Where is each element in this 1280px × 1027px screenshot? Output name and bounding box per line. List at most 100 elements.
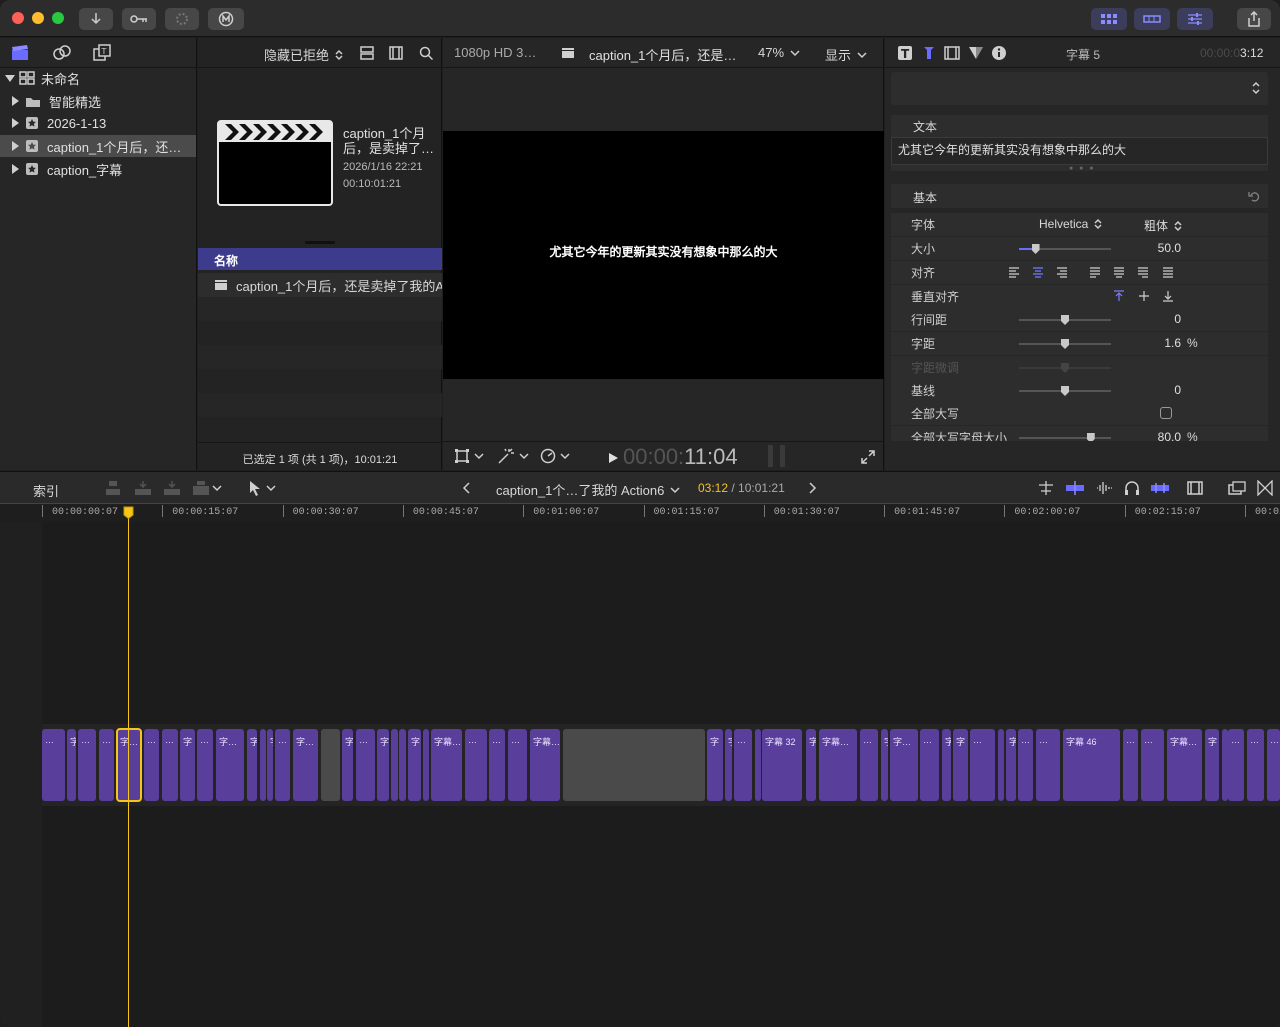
title-clip[interactable] xyxy=(391,729,398,801)
share-to-motion-button[interactable] xyxy=(208,8,244,30)
justify-center-icon[interactable] xyxy=(1113,267,1125,278)
valign-middle-icon[interactable] xyxy=(1138,290,1150,302)
title-clip[interactable]: … xyxy=(42,729,65,801)
title-clip[interactable]: 字 xyxy=(408,729,421,801)
justify-left-icon[interactable] xyxy=(1089,267,1101,278)
line-spacing-slider[interactable] xyxy=(1019,315,1111,325)
title-clip[interactable] xyxy=(998,729,1004,801)
toggle-inspector-button[interactable] xyxy=(1177,8,1213,30)
line-spacing-value[interactable]: 0 xyxy=(1121,312,1181,326)
timeline-gap-clip[interactable] xyxy=(563,729,705,801)
connect-clip-icon[interactable] xyxy=(104,480,122,496)
enhance-popup[interactable] xyxy=(497,448,529,464)
minimize-window-button[interactable] xyxy=(32,12,44,24)
photos-audio-icon[interactable] xyxy=(52,44,72,62)
solo-icon[interactable] xyxy=(1150,480,1170,496)
title-clip[interactable]: 字… xyxy=(293,729,318,801)
font-family-popup[interactable]: Helvetica xyxy=(1039,217,1103,231)
title-clip[interactable]: … xyxy=(144,729,159,801)
transitions-browser-icon[interactable] xyxy=(1257,480,1273,496)
share-button[interactable] xyxy=(1237,8,1271,30)
title-clip[interactable]: 字幕… xyxy=(431,729,462,801)
title-clip[interactable]: … xyxy=(1267,729,1280,801)
title-clip[interactable]: 字幕 46 xyxy=(1063,729,1120,801)
baseline-knob[interactable] xyxy=(1061,386,1069,396)
font-weight-popup[interactable]: 粗体 xyxy=(1144,217,1183,234)
title-clip[interactable]: … xyxy=(1123,729,1138,801)
splitter-handle[interactable] xyxy=(305,241,335,244)
project-popup[interactable]: caption_1个…了我的 Action6 xyxy=(496,480,680,499)
headphones-icon[interactable] xyxy=(1124,480,1140,496)
justify-right-icon[interactable] xyxy=(1137,267,1149,278)
sidebar-item-event-caption-selected[interactable]: caption_1个月后，还… xyxy=(0,135,196,157)
title-clip[interactable]: 字… xyxy=(216,729,244,801)
info-icon[interactable] xyxy=(991,45,1007,61)
title-inspector-icon[interactable] xyxy=(921,45,937,61)
caps-size-knob[interactable] xyxy=(1086,433,1095,441)
import-button[interactable] xyxy=(79,8,113,30)
sidebar-item-smart-collections[interactable]: 智能精选 xyxy=(0,90,196,112)
justify-full-icon[interactable] xyxy=(1162,267,1174,278)
tool-popup[interactable] xyxy=(248,480,276,496)
color-inspector-icon[interactable] xyxy=(968,45,984,61)
title-clip[interactable]: 字 xyxy=(806,729,816,801)
title-clip[interactable]: … xyxy=(1036,729,1060,801)
library-root[interactable]: 未命名 xyxy=(0,67,196,89)
baseline-slider[interactable] xyxy=(1019,386,1111,396)
title-clip[interactable]: … xyxy=(1141,729,1164,801)
transform-popup[interactable] xyxy=(454,448,484,464)
toggle-timeline-button[interactable] xyxy=(1134,8,1170,30)
title-clip[interactable]: … xyxy=(508,729,527,801)
title-clip[interactable] xyxy=(423,729,429,801)
resize-dots[interactable]: ● ● ● xyxy=(1069,165,1096,172)
video-inspector-icon[interactable] xyxy=(944,45,960,61)
title-clip[interactable]: 字幕 32 xyxy=(762,729,802,801)
title-clip[interactable]: 字 xyxy=(267,729,273,801)
baseline-value[interactable]: 0 xyxy=(1121,383,1181,397)
title-clip[interactable]: … xyxy=(860,729,878,801)
column-header-name[interactable]: 名称 xyxy=(198,248,442,270)
title-clip[interactable]: … xyxy=(99,729,114,801)
preset-popup[interactable] xyxy=(891,72,1268,105)
tracking-slider[interactable] xyxy=(1019,339,1111,349)
toggle-browser-button[interactable] xyxy=(1091,8,1127,30)
title-clip[interactable]: 字 xyxy=(1006,729,1016,801)
index-button[interactable]: 索引 xyxy=(33,481,59,500)
caps-size-slider[interactable] xyxy=(1019,433,1111,441)
size-value[interactable]: 50.0 xyxy=(1121,241,1181,255)
close-window-button[interactable] xyxy=(12,12,24,24)
title-clip[interactable]: 字 xyxy=(881,729,888,801)
disclosure-closed-icon[interactable] xyxy=(12,164,19,174)
filmstrip-icon[interactable] xyxy=(1187,480,1203,496)
title-clip[interactable]: … xyxy=(465,729,487,801)
title-clip[interactable] xyxy=(399,729,406,801)
title-clip[interactable]: 字 xyxy=(942,729,951,801)
insert-clip-icon[interactable] xyxy=(134,480,152,496)
title-clip[interactable]: 字 xyxy=(180,729,195,801)
title-clip[interactable]: 字 xyxy=(247,729,257,801)
title-clip[interactable]: … xyxy=(1228,729,1244,801)
tracking-value[interactable]: 1.6 xyxy=(1121,336,1181,350)
sidebar-item-event-subtitles[interactable]: caption_字幕 xyxy=(0,158,196,180)
audio-skimming-icon[interactable] xyxy=(1095,480,1113,496)
title-clip[interactable]: 字幕… xyxy=(1167,729,1202,801)
title-clip[interactable]: … xyxy=(356,729,375,801)
title-clip[interactable]: 字… xyxy=(890,729,918,801)
title-clip[interactable]: 字 xyxy=(342,729,353,801)
retime-popup[interactable] xyxy=(540,448,570,464)
libraries-clapper-icon[interactable] xyxy=(10,44,30,62)
fullscreen-icon[interactable] xyxy=(861,450,875,464)
back-chevron-icon[interactable] xyxy=(462,482,472,494)
title-clip[interactable]: 字 xyxy=(1205,729,1219,801)
align-center-icon[interactable] xyxy=(1032,267,1044,278)
title-clip[interactable]: … xyxy=(197,729,213,801)
title-clip[interactable]: … xyxy=(1247,729,1264,801)
title-clip[interactable]: … xyxy=(1018,729,1033,801)
title-clip[interactable]: 字幕… xyxy=(530,729,560,801)
title-clip[interactable]: … xyxy=(275,729,290,801)
title-clip[interactable]: 字 xyxy=(725,729,732,801)
playhead-handle-icon[interactable] xyxy=(123,506,134,519)
title-clip[interactable]: … xyxy=(920,729,939,801)
search-icon[interactable] xyxy=(419,46,433,60)
reset-icon[interactable] xyxy=(1248,190,1260,202)
